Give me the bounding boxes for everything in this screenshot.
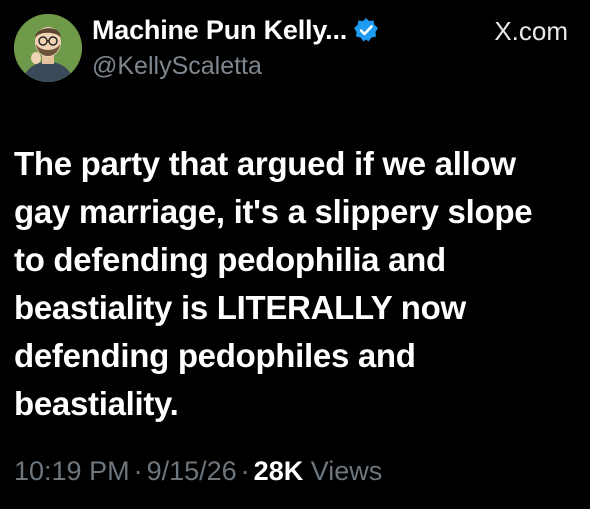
user-handle[interactable]: @KellyScaletta	[92, 52, 262, 81]
avatar[interactable]	[14, 14, 82, 82]
views-label: Views	[310, 456, 383, 486]
display-name-row: Machine Pun Kelly...	[92, 14, 379, 46]
source-label: X.com	[494, 16, 568, 46]
avatar-illustration	[14, 14, 82, 82]
tweet-meta: 10:19 PM · 9/15/26 · 28K Views	[14, 456, 382, 487]
tweet-text: The party that argued if we allow gay ma…	[14, 145, 533, 422]
views-count[interactable]: 28K	[254, 456, 304, 486]
tweet-time[interactable]: 10:19 PM	[14, 456, 130, 486]
tweet-card: Machine Pun Kelly... @KellyScaletta X.co…	[0, 0, 590, 509]
display-name[interactable]: Machine Pun Kelly...	[92, 15, 347, 46]
verified-badge-icon	[353, 17, 379, 43]
tweet-date[interactable]: 9/15/26	[147, 456, 237, 486]
meta-separator: ·	[133, 456, 143, 486]
meta-separator: ·	[240, 456, 250, 486]
